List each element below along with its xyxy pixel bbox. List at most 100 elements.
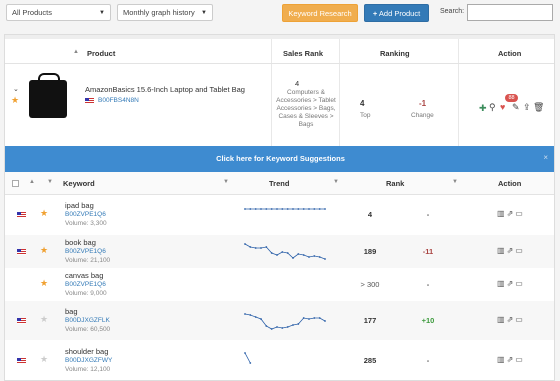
trend-point [308,318,310,320]
keyword-asin[interactable]: B00ZVPE1Q6 [65,211,106,218]
keyword-change: -11 [422,247,434,256]
search-icon[interactable]: ⚲ [489,102,496,113]
dropdown-caret-icon: ▼ [201,10,207,16]
keyword-change: - [426,356,430,365]
external-link-icon[interactable]: ⇗ [507,279,516,288]
trash-icon[interactable]: ▭ [515,279,525,288]
trash-icon[interactable]: ▭ [515,209,525,218]
trend-point [318,317,321,319]
bar-chart-icon[interactable]: ▥ [497,246,507,255]
keyword-change: - [426,210,430,219]
sales-rank-category: Computers & Accessories > Tablet Accesso… [276,89,336,128]
product-filter-value: All Products [12,8,53,17]
trend-point [324,320,326,322]
sort-icon[interactable]: ▼ [452,179,458,185]
trash-icon[interactable]: ▭ [515,355,525,364]
panel-top-strip [5,35,554,39]
product-image [29,73,67,118]
trend-point [324,258,326,260]
keyword-suggestions-banner[interactable]: Click here for Keyword Suggestions × [5,146,554,172]
keyword-change: +10 [421,316,435,325]
trend-point [313,317,316,319]
star-icon[interactable]: ★ [40,278,48,289]
external-link-icon[interactable]: ⇗ [507,209,516,218]
keyword-row: ★ canvas bag B00ZVPE1Q6 Volume: 9,000 > 300 -… [5,268,554,301]
close-icon[interactable]: × [543,153,548,162]
bar-chart-icon[interactable]: ▥ [497,209,507,218]
bar-chart-icon[interactable]: ▥ [497,355,507,364]
trend-point [281,251,284,253]
graph-history-select[interactable]: Monthly graph history ▼ [117,4,213,21]
trend-point [260,247,262,249]
sort-up-icon[interactable]: ▲ [29,179,35,185]
keyword-row: ★ shoulder bag B00DJXGZFWY Volume: 12,100 28… [5,340,554,380]
star-icon[interactable]: ★ [40,314,48,325]
product-asin[interactable]: B00FBS4N8N [98,97,139,104]
trend-point [254,316,257,318]
star-icon[interactable]: ★ [40,245,48,256]
trend-point [270,208,273,210]
keyword-asin[interactable]: B00DJXGZFLK [65,317,110,324]
keyword-action-header: Action [498,179,522,188]
star-icon[interactable]: ★ [40,208,48,219]
keyword-asin[interactable]: B00ZVPE1Q6 [65,281,106,288]
external-link-icon[interactable]: ⇗ [507,355,516,364]
plus-icon[interactable]: ✚ [479,103,487,114]
keyword-volume: Volume: 60,500 [65,326,111,333]
trend-point [297,253,300,255]
row-actions: ▥⇗▭ [497,355,525,364]
trend-point [249,208,252,210]
trend-point [244,313,246,315]
product-filter-select[interactable]: All Products ▼ [6,4,111,21]
trend-point [260,318,262,320]
trend-point [318,256,321,258]
keyword-asin[interactable]: B00DJXGZFWY [65,357,112,364]
keyword-text: canvas bag [65,271,104,280]
trash-icon[interactable]: ▭ [515,246,525,255]
trash-icon[interactable]: ▭ [515,315,525,324]
heart-icon[interactable]: ♥ [500,102,505,112]
external-link-icon[interactable]: ⇗ [507,315,516,324]
us-flag-icon [17,249,26,255]
trend-point [244,243,246,245]
search-input[interactable] [467,4,553,21]
sales-rank-value: 4 [295,79,300,88]
us-flag-icon [17,358,26,364]
trash-icon[interactable]: 🗑 [533,102,544,113]
product-title[interactable]: AmazonBasics 15.6-Inch Laptop and Tablet… [85,85,245,94]
trend-sparkline [244,208,326,210]
keyword-rank: 177 [363,316,377,325]
search-label: Search: [440,8,465,15]
trend-point [265,208,268,210]
trend-point [276,326,278,328]
star-icon[interactable]: ★ [40,354,48,365]
trend-point [244,352,246,354]
sort-icon[interactable]: ▼ [333,179,339,185]
share-icon[interactable]: ⇪ [523,102,531,113]
keyword-asin[interactable]: B00ZVPE1Q6 [65,248,106,255]
keyword-volume: Volume: 9,000 [65,290,107,297]
column-divider [339,39,340,146]
sort-icon[interactable]: ▼ [223,179,229,185]
edit-icon[interactable]: ✎ [512,102,520,113]
keyword-research-button[interactable]: Keyword Research [282,4,358,22]
trend-point [270,328,273,330]
sort-down-icon[interactable]: ▼ [47,179,53,185]
products-panel: ▲ Product Sales Rank Ranking Action ⌄ ★ … [4,34,555,381]
keyword-rank: 4 [367,210,373,219]
trend-point [308,208,310,210]
trend-point [297,208,300,210]
star-icon[interactable]: ★ [11,95,19,106]
bar-chart-icon[interactable]: ▥ [497,279,507,288]
add-product-button[interactable]: + Add Product [364,4,429,22]
ranking-header: Ranking [380,49,410,58]
chevron-down-icon[interactable]: ⌄ [13,85,19,93]
trend-point [286,326,289,328]
external-link-icon[interactable]: ⇗ [507,246,516,255]
keyword-header: Keyword [63,179,95,188]
bar-chart-icon[interactable]: ▥ [497,315,507,324]
trend-point [302,254,305,256]
sort-up-icon[interactable]: ▲ [73,49,79,55]
select-all-checkbox[interactable] [12,180,19,187]
keyword-row: ★ book bag B00ZVPE1Q6 Volume: 21,100 189 -11 ▥… [5,235,554,268]
